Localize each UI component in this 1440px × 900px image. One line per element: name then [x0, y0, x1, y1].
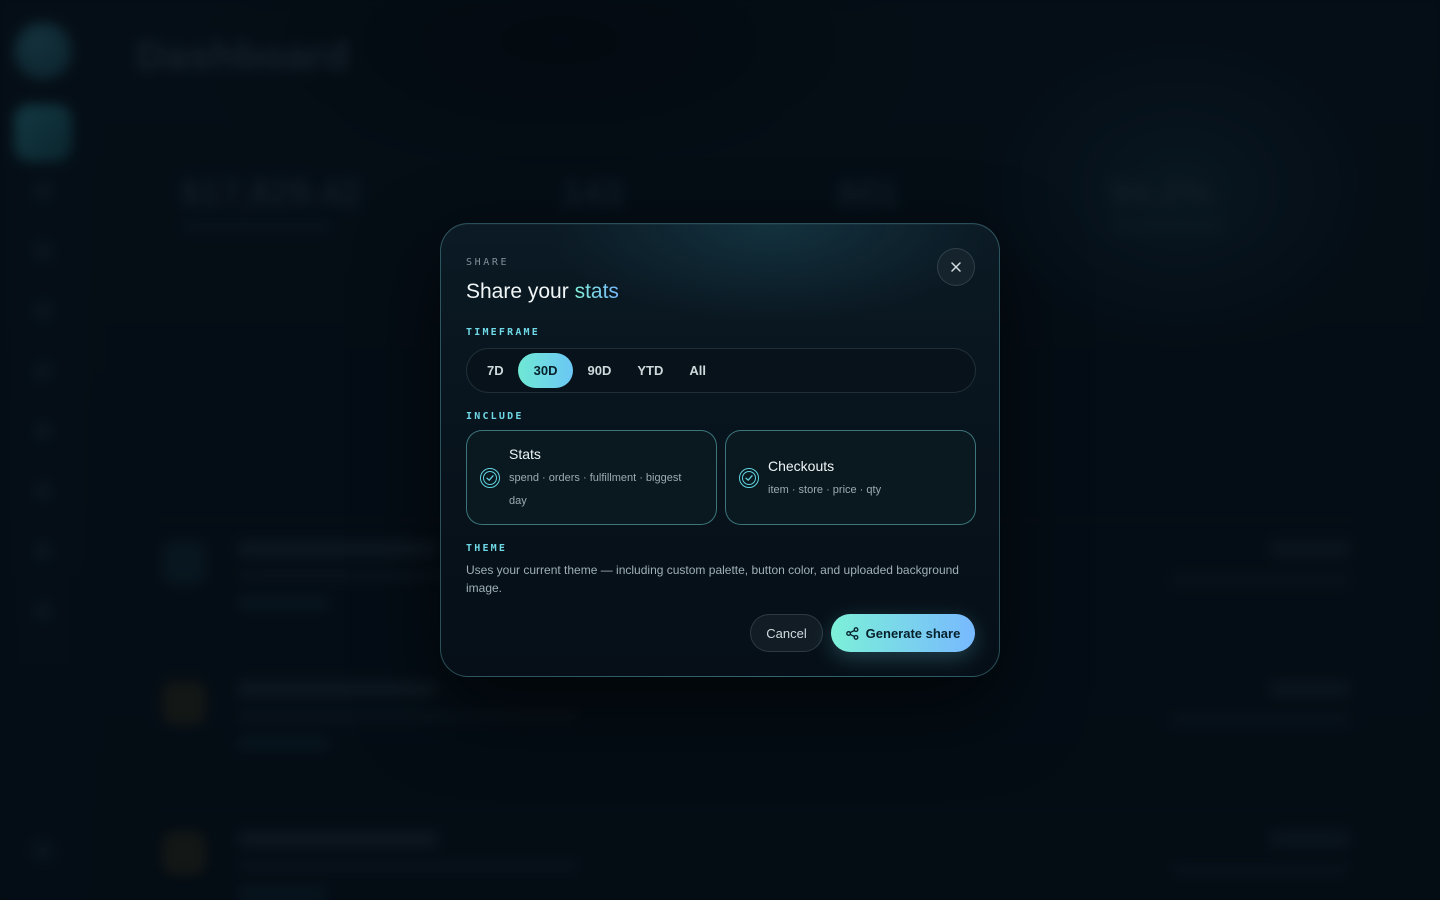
modal-eyebrow: SHARE [466, 257, 510, 268]
theme-label: THEME [466, 543, 508, 554]
check-circle-icon [480, 467, 500, 488]
timeframe-option-ytd[interactable]: YTD [625, 353, 675, 388]
close-button[interactable] [937, 248, 975, 286]
include-label: INCLUDE [466, 411, 524, 422]
include-card-subtitle: spend · orders · fulfillment · biggest d… [509, 472, 682, 507]
modal-title: Share your stats [466, 280, 619, 304]
share-modal: SHARE Share your stats TIMEFRAME 7D 30D … [440, 223, 1000, 677]
timeframe-option-30d[interactable]: 30D [517, 353, 574, 388]
timeframe-selector: 7D 30D 90D YTD All [466, 348, 976, 393]
include-card-stats[interactable]: Stats spend · orders · fulfillment · big… [466, 430, 717, 525]
theme-description: Uses your current theme — including cust… [466, 563, 959, 595]
include-card-subtitle: item · store · price · qty [768, 484, 882, 496]
cancel-button[interactable]: Cancel [750, 614, 823, 652]
share-icon [845, 626, 859, 640]
timeframe-label: TIMEFRAME [466, 327, 540, 338]
check-circle-icon [739, 467, 759, 488]
generate-share-label: Generate share [865, 625, 961, 641]
close-icon [951, 262, 961, 272]
include-card-title: Stats [509, 446, 541, 462]
timeframe-option-90d[interactable]: 90D [575, 353, 623, 388]
modal-title-prefix: Share your [466, 280, 575, 303]
timeframe-option-all[interactable]: All [677, 353, 718, 388]
include-card-title: Checkouts [768, 458, 835, 474]
modal-title-accent: stats [574, 280, 619, 303]
include-card-checkouts[interactable]: Checkouts item · store · price · qty [725, 430, 976, 525]
generate-share-button[interactable]: Generate share [831, 614, 975, 652]
timeframe-option-7d[interactable]: 7D [475, 353, 516, 388]
